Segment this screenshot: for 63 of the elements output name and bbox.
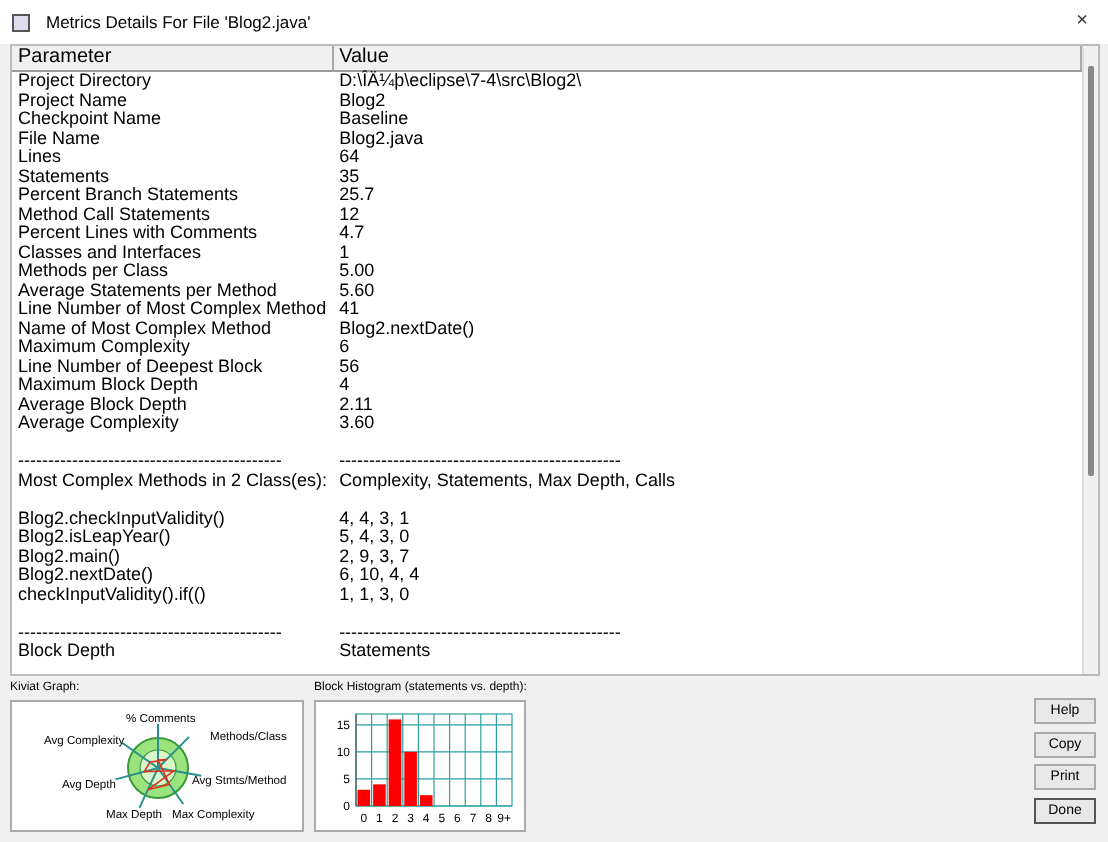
- parameter-cell-text: File Name: [16, 129, 101, 148]
- value-cell-text: 6: [337, 338, 350, 357]
- value-cell-text: Blog2: [337, 91, 386, 110]
- parameter-cell-text: Average Statements per Method: [16, 281, 279, 300]
- value-cell-text: 64: [337, 148, 360, 167]
- value-cell-text: 25.7: [337, 186, 377, 205]
- parameter-cell-text: Name of Most Complex Method: [16, 319, 274, 338]
- parameter-cell-text: Methods per Class: [16, 262, 171, 281]
- value-cell-text: 56: [337, 357, 362, 376]
- value-cell-text: 3.60: [337, 414, 377, 433]
- parameter-cell-text: Blog2.nextDate(): [16, 566, 156, 585]
- parameter-cell-text: Line Number of Deepest Block: [16, 357, 265, 376]
- column-header[interactable]: Value: [333, 46, 1082, 72]
- value-cell-text: 2.11: [337, 395, 375, 414]
- value-cell-text: 4, 4, 3, 1: [337, 509, 412, 528]
- parameter-cell-text: Blog2.main(): [16, 547, 121, 566]
- parameter-cell-text: Project Name: [16, 91, 128, 110]
- value-cell-text: 1: [337, 243, 352, 262]
- value-cell-text: Complexity, Statements, Max Depth, Calls: [337, 471, 677, 490]
- value-cell-text: 5, 4, 3, 0: [337, 528, 412, 547]
- close-button[interactable]: ×: [1068, 12, 1096, 32]
- parameter-cell-text: Method Call Statements: [16, 205, 213, 224]
- value-cell-text: -----------------------------------------------: [337, 452, 623, 471]
- value-cell-text: Baseline: [337, 110, 411, 129]
- parameter-cell-text: Classes and Interfaces: [16, 243, 204, 262]
- value-cell-text: 2, 9, 3, 7: [337, 547, 412, 566]
- parameter-cell-text: Maximum Complexity: [16, 338, 191, 357]
- parameter-cell-text: --------------------------------------------: [16, 452, 284, 471]
- parameter-cell-text: Checkpoint Name: [16, 110, 164, 129]
- value-cell-text: 5.60: [337, 281, 377, 300]
- value-cell-text: -----------------------------------------------: [337, 623, 623, 642]
- parameter-cell-text: Blog2.checkInputValidity(): [16, 509, 227, 528]
- column-header[interactable]: Parameter: [12, 46, 334, 72]
- parameter-cell-text: Statements: [16, 167, 112, 186]
- value-cell-text: 12: [337, 205, 362, 224]
- parameter-cell-text: checkInputValidity().if((): [16, 585, 208, 604]
- value-cell-text: 4.7: [337, 224, 367, 243]
- value-cell-text: 6, 10, 4, 4: [337, 566, 422, 585]
- value-cell-text: 41: [337, 300, 362, 319]
- parameter-cell-text: Percent Lines with Comments: [16, 224, 260, 243]
- scrollbar[interactable]: [1082, 46, 1098, 674]
- parameter-cell-text: --------------------------------------------: [16, 623, 284, 642]
- value-cell-text: Blog2.java: [337, 129, 426, 148]
- value-cell-text: Statements: [337, 642, 433, 661]
- value-cell-text: 1, 1, 3, 0: [337, 585, 412, 604]
- parameter-cell-text: Average Block Depth: [16, 395, 187, 414]
- value-cell-text: 35: [337, 167, 362, 186]
- value-cell-text: 4: [337, 376, 352, 395]
- parameter-cell-text: Block Depth: [16, 642, 118, 661]
- parameter-cell-text: Average Complexity: [16, 414, 179, 433]
- window-title: Metrics Details For File 'Blog2.java': [46, 9, 313, 35]
- value-cell-text: D:\ÎÄ¼þ\eclipse\7-4\src\Blog2\: [337, 72, 584, 91]
- parameter-cell-text: Line Number of Most Complex Method: [16, 300, 329, 319]
- parameter-cell-text: Project Directory: [16, 72, 154, 91]
- scrollbar-thumb[interactable]: [1088, 66, 1094, 476]
- value-cell-text: 5.00: [337, 262, 377, 281]
- app-icon: [12, 13, 30, 31]
- parameter-cell-text: Lines: [16, 148, 64, 167]
- value-cell-text: Blog2.nextDate(): [337, 319, 477, 338]
- parameter-cell-text: Most Complex Methods in 2 Class(es):: [16, 471, 330, 490]
- parameter-cell-text: Blog2.isLeapYear(): [16, 528, 171, 547]
- parameter-cell-text: Percent Branch Statements: [16, 186, 241, 205]
- parameter-cell-text: Maximum Block Depth: [16, 376, 199, 395]
